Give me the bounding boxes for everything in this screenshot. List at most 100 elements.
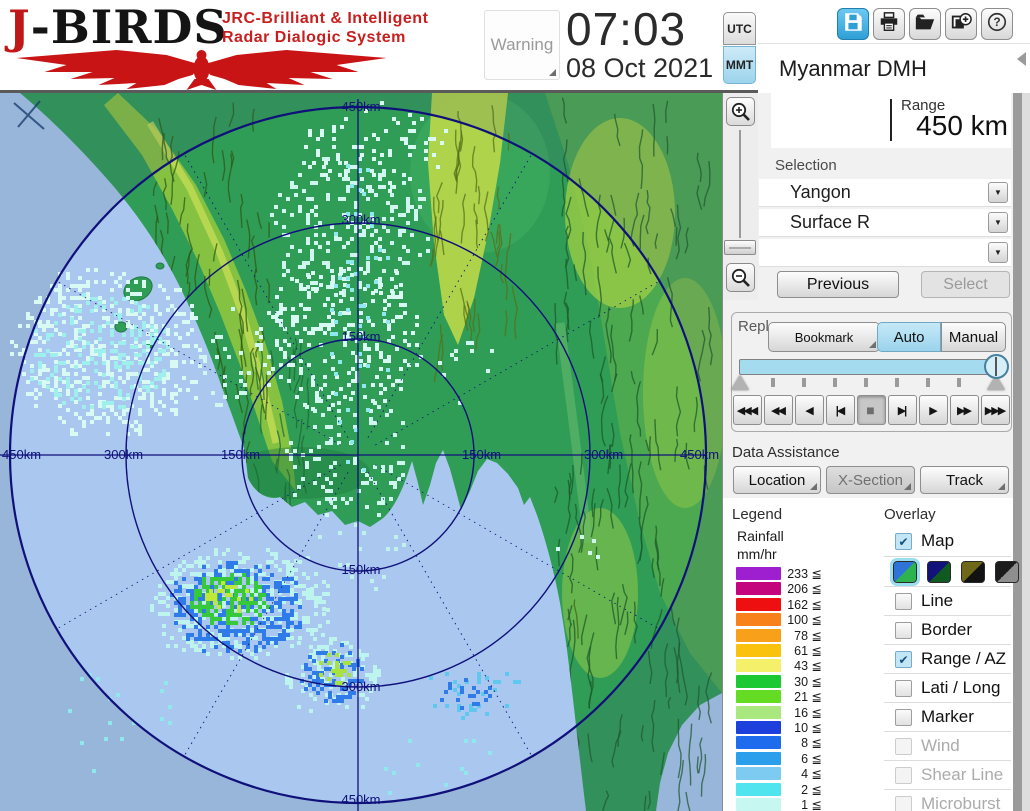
previous-button[interactable]: Previous (777, 271, 899, 298)
checkbox-line[interactable] (895, 593, 912, 610)
overlay-item-label: Shear Line (921, 765, 1004, 784)
zoom-in-button[interactable] (726, 97, 755, 126)
legend-value: 78 ≦ (794, 628, 822, 643)
map-style-swatch-2[interactable] (927, 561, 951, 583)
checkbox-map[interactable]: ✔ (895, 533, 912, 550)
panel-scrollbar[interactable] (1013, 93, 1022, 811)
svg-text:150km: 150km (341, 329, 380, 344)
legend-value: 61 ≦ (794, 644, 822, 658)
checkbox-microburst[interactable] (895, 796, 912, 811)
checkbox-lati-long[interactable] (895, 680, 912, 697)
replay-start-marker[interactable] (731, 375, 749, 390)
dropdown-1: Yangon ▼ (759, 179, 1011, 207)
dropdown-1-arrow-icon[interactable]: ▼ (988, 182, 1008, 203)
map-style-swatch-3[interactable] (961, 561, 985, 583)
overlay-label: Overlay (884, 506, 936, 523)
range-value: 450 km (916, 110, 1008, 141)
overlay-row-range-az[interactable]: ✔ Range / AZ (884, 644, 1011, 673)
location-button[interactable]: Location (733, 466, 821, 494)
stop-button[interactable]: ■ (857, 395, 886, 425)
add-view-button[interactable] (945, 8, 977, 40)
forward-button[interactable]: ▶▶ (950, 395, 979, 425)
replay-mode-manual[interactable]: Manual (941, 322, 1006, 352)
overlay-row-microburst[interactable]: Microburst (884, 789, 1011, 811)
checkbox-marker[interactable] (895, 709, 912, 726)
zoom-slider-handle[interactable] (724, 240, 756, 255)
x-section-button[interactable]: X-Section (826, 466, 915, 494)
legend-unit-2: mm/hr (737, 546, 777, 562)
rewind-fast-button[interactable]: ◀◀◀ (733, 395, 762, 425)
timezone-mmt-button[interactable]: MMT (723, 46, 756, 84)
dropdown-1-value: Yangon (790, 182, 851, 202)
track-button[interactable]: Track (920, 466, 1009, 494)
eagle-logo-icon (16, 50, 387, 90)
replay-mode-auto[interactable]: Auto (877, 322, 941, 352)
replay-slider-handle[interactable] (984, 354, 1009, 379)
checkbox-shear-line[interactable] (895, 767, 912, 784)
play-button[interactable]: ▶ (919, 395, 948, 425)
logo-tagline: JRC-Brilliant & Intelligent Radar Dialog… (222, 10, 429, 46)
slider-tick (957, 378, 961, 387)
header: J-BIRDS JRC-Brilliant & Intelligent Rada… (0, 0, 1030, 93)
panel-collapse-icon[interactable] (1017, 52, 1026, 66)
legend-value: 43 ≦ (794, 659, 822, 674)
radar-map[interactable]: 450km 300km 150km 150km 300km 450km 450km 300km… (0, 93, 722, 811)
step-back-button[interactable]: |◀ (826, 395, 855, 425)
clock-date: 08 Oct 2021 (566, 53, 714, 83)
legend-value: 21 ≦ (794, 690, 822, 705)
help-icon: ? (986, 11, 1008, 38)
svg-text:?: ? (993, 15, 1000, 29)
zoom-out-button[interactable] (726, 263, 755, 292)
overlay-item-label: Marker (921, 707, 974, 726)
overlay-row-marker[interactable]: Marker (884, 702, 1011, 731)
overlay-item-label: Border (921, 620, 973, 639)
dropdown-3-arrow-icon[interactable]: ▼ (988, 242, 1008, 263)
toolbar: ? (837, 8, 1013, 40)
print-button[interactable] (873, 8, 905, 40)
legend-value: 16 ≦ (794, 705, 822, 720)
replay-slider-track[interactable] (739, 359, 1005, 375)
overlay-row-map[interactable]: ✔ Map (884, 527, 1011, 556)
rewind-button[interactable]: ◀◀ (764, 395, 793, 425)
checkbox-wind[interactable] (895, 738, 912, 755)
svg-text:450km: 450km (341, 792, 380, 807)
legend-value: 1 ≦ (801, 798, 822, 811)
warning-button[interactable]: Warning (484, 10, 560, 80)
data-assistance-label: Data Assistance (732, 444, 840, 461)
select-button[interactable]: Select (921, 271, 1010, 298)
overlay-row-wind[interactable]: Wind (884, 731, 1011, 760)
legend-value: 162 ≦ (787, 597, 822, 612)
magnifier-plus-icon (731, 102, 750, 121)
save-button[interactable] (837, 8, 869, 40)
step-forward-button[interactable]: ▶| (888, 395, 917, 425)
station-title: Myanmar DMH (779, 56, 927, 81)
map-style-swatch-4[interactable] (995, 561, 1019, 583)
legend-value: 10 ≦ (794, 721, 822, 735)
slider-tick (895, 378, 899, 387)
overlay-row-line[interactable]: Line (884, 586, 1011, 615)
legend-unit-1: Rainfall (737, 528, 784, 544)
play-reverse-button[interactable]: ◀ (795, 395, 824, 425)
overlay-row-lati-long[interactable]: Lati / Long (884, 673, 1011, 702)
legend-value: 30 ≦ (794, 674, 822, 689)
zoom-slider-track[interactable] (739, 130, 741, 238)
timezone-utc-button[interactable]: UTC (723, 12, 756, 45)
forward-fast-button[interactable]: ▶▶▶ (981, 395, 1010, 425)
checkbox-range-az[interactable]: ✔ (895, 651, 912, 668)
help-button[interactable]: ? (981, 8, 1013, 40)
checkbox-border[interactable] (895, 622, 912, 639)
overlay-item-label: Range / AZ (921, 649, 1007, 668)
slider-tick (926, 378, 930, 387)
svg-text:300km: 300km (584, 447, 623, 462)
dropdown-2-arrow-icon[interactable]: ▼ (988, 212, 1008, 233)
map-style-swatch-1[interactable] (890, 558, 920, 586)
bookmark-button[interactable]: Bookmark (768, 322, 880, 352)
overlay-row-border[interactable]: Border (884, 615, 1011, 644)
overlay-item-label: Microburst (921, 794, 1001, 811)
overlay-row-shear-line[interactable]: Shear Line (884, 760, 1011, 789)
open-folder-button[interactable] (909, 8, 941, 40)
save-icon (842, 11, 864, 38)
legend-value: 6 ≦ (801, 751, 822, 766)
add-view-icon (950, 11, 972, 38)
dropdown-2-value: Surface R (790, 212, 871, 232)
